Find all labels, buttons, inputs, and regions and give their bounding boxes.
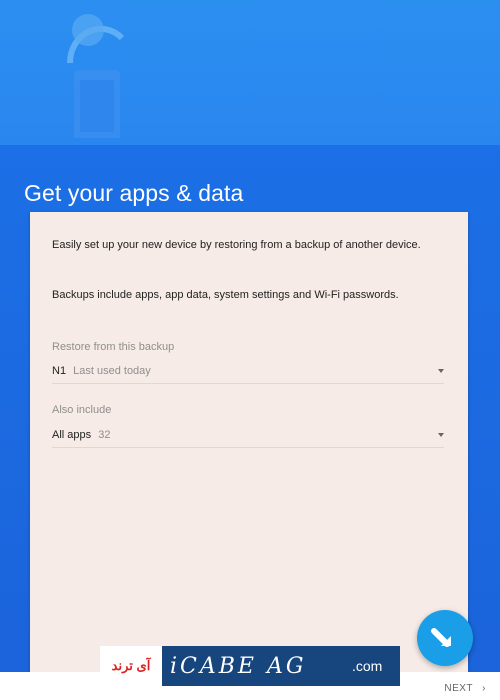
intro-text: Easily set up your new device by restori…	[52, 239, 421, 251]
field-underline	[52, 447, 444, 448]
watermark-left-text: آی ترند	[100, 646, 162, 686]
also-include-count: 32	[98, 429, 111, 441]
restore-from-label: Restore from this backup	[52, 341, 175, 353]
also-include-value: All apps	[52, 429, 92, 441]
arrow-icon	[431, 628, 451, 647]
phone-restore-illustration	[67, 14, 125, 138]
restore-backup-dropdown[interactable]: N1 Last used today	[52, 365, 444, 385]
watermark-banner: آی ترند iCABE AG .com	[100, 646, 400, 686]
chevron-down-icon	[438, 433, 444, 437]
also-include-dropdown[interactable]: All apps 32	[52, 429, 444, 449]
restore-card: Easily set up your new device by restori…	[30, 212, 468, 682]
chevron-right-icon: ›	[482, 683, 486, 694]
next-button[interactable]: NEXT ›	[444, 683, 486, 694]
watermark-com-text: .com	[352, 658, 383, 674]
restore-backup-value: N1	[52, 365, 67, 377]
page-title: Get your apps & data	[24, 180, 244, 207]
also-include-label: Also include	[52, 404, 112, 416]
chevron-down-icon	[438, 369, 444, 373]
next-label: NEXT	[444, 683, 473, 694]
backups-info-text: Backups include apps, app data, system s…	[52, 289, 399, 301]
restore-backup-hint: Last used today	[73, 365, 151, 377]
watermark-logo-text: iCABE AG	[170, 653, 307, 679]
field-underline	[52, 383, 444, 384]
fab-button[interactable]	[417, 610, 473, 666]
